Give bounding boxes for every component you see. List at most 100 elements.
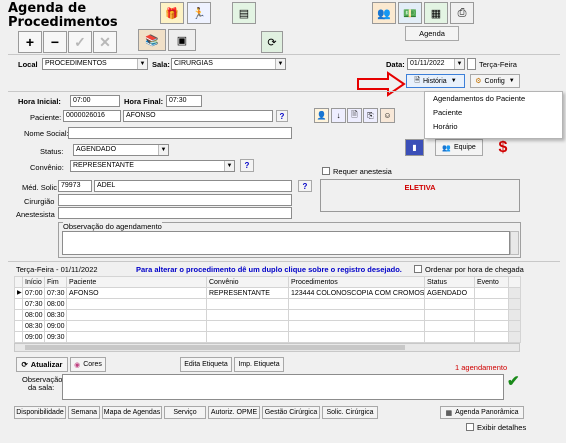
chevron-down-icon: ▼ (508, 78, 515, 84)
table-row[interactable]: 07:30 08:00 (14, 298, 521, 310)
tab-gestao-cirurgica[interactable]: Gestão Cirúrgica (262, 406, 320, 419)
atualizar-button[interactable]: ⟳ Atualizar (16, 357, 68, 372)
document-icon: 🗎 (414, 76, 420, 84)
historia-button[interactable]: 🗎 História ▼ (406, 74, 465, 88)
paciente-nome-input[interactable]: AFONSO (123, 110, 273, 122)
observacao-textarea[interactable] (62, 231, 510, 255)
remove-button[interactable]: − (43, 31, 67, 53)
scrollbar[interactable] (508, 320, 521, 332)
agenda-table[interactable]: Início Fim Paciente Convênio Procediment… (14, 276, 521, 343)
table-cell (66, 320, 207, 332)
tab-solic-cirurgica[interactable]: Solic. Cirúrgica (322, 406, 378, 419)
menu-item-horario[interactable]: Horário (425, 120, 562, 134)
refresh-icon[interactable]: ⟳ (261, 31, 283, 53)
people-icon[interactable]: 👥 (372, 2, 396, 24)
med-codigo-input[interactable]: 79973 (58, 180, 92, 192)
med-help-button[interactable]: ? (298, 180, 312, 192)
hora-final-input[interactable]: 07:30 (166, 95, 202, 107)
table-cell: 09:00 (44, 320, 67, 332)
exibir-detalhes-checkbox[interactable] (466, 423, 474, 431)
agenda-button[interactable]: Agenda (405, 26, 459, 41)
chevron-down-icon: ▼ (275, 59, 285, 69)
table-row[interactable]: ▶ 07:00 07:30 AFONSO REPRESENTANTE 12344… (14, 287, 521, 299)
books-icon[interactable]: 📚 (138, 29, 166, 51)
tab-mapa-de-agendas[interactable]: Mapa de Agendas (102, 406, 162, 419)
column-header[interactable]: Convênio (206, 276, 289, 288)
nome-social-input[interactable] (68, 127, 292, 139)
sala-select[interactable]: CIRURGIAS ▼ (171, 58, 286, 70)
face-icon[interactable]: ☺ (380, 108, 395, 123)
scrollbar[interactable] (508, 309, 521, 321)
table-cell: AFONSO (66, 287, 207, 299)
horizontal-scrollbar[interactable] (14, 343, 520, 352)
date-picker[interactable]: 01/11/2022 ▼ (407, 58, 465, 70)
cancel-button[interactable]: ✕ (93, 31, 117, 53)
tab-semana[interactable]: Semana (68, 406, 100, 419)
chevron-down-icon: ▼ (137, 59, 147, 69)
add-button[interactable]: + (18, 31, 42, 53)
convenio-help-button[interactable]: ? (240, 159, 254, 172)
document-icon[interactable]: ▣ (168, 29, 196, 51)
status-select[interactable]: AGENDADO ▼ (73, 144, 169, 156)
local-select[interactable]: PROCEDIMENTOS ▼ (42, 58, 148, 70)
agenda-panoramica-button[interactable]: ▦ Agenda Panorâmica (440, 406, 524, 419)
date-spinner[interactable] (467, 58, 476, 70)
column-header[interactable]: Procedimentos (288, 276, 425, 288)
paciente-help-button[interactable]: ? (276, 110, 288, 122)
imp-etiqueta-button[interactable]: Imp. Etiqueta (234, 357, 284, 372)
scrollbar[interactable] (508, 276, 521, 288)
table-row[interactable]: 08:30 09:00 (14, 320, 521, 332)
download-icon[interactable]: ↓ (331, 108, 346, 123)
column-header[interactable]: Status (424, 276, 475, 288)
refresh-icon: ⟳ (21, 360, 28, 369)
med-nome-input[interactable]: ADEL (94, 180, 292, 192)
tab-disponibilidade[interactable]: Disponibilidade (14, 406, 66, 419)
obs-sala-textarea[interactable] (62, 374, 504, 400)
menu-item-agendamentos-paciente[interactable]: Agendamentos do Paciente (425, 92, 562, 106)
column-header[interactable]: Evento (474, 276, 509, 288)
money-icon[interactable]: 💵 (398, 2, 422, 24)
equipe-label: Equipe (453, 144, 476, 151)
cirurgiao-input[interactable] (58, 194, 292, 206)
copy-icon[interactable]: ⎘ (363, 108, 378, 123)
gift-icon[interactable]: 🎁 (160, 2, 184, 24)
checkmark-icon[interactable]: ✔ (507, 374, 523, 390)
convenio-select[interactable]: REPRESENTANTE ▼ (70, 160, 235, 172)
column-header[interactable]: Fim (44, 276, 67, 288)
person-icon[interactable]: 👤 (314, 108, 329, 123)
table-cell (474, 287, 509, 299)
scrollbar[interactable] (508, 331, 521, 343)
column-header[interactable]: Início (22, 276, 45, 288)
person-run-icon[interactable]: 🏃 (187, 2, 211, 24)
menu-item-paciente[interactable]: Paciente (425, 106, 562, 120)
scrollbar[interactable] (508, 287, 521, 299)
requer-anestesia-label: Requer anestesia (333, 167, 392, 176)
equipe-button[interactable]: 👥 Equipe (435, 139, 483, 156)
table-row[interactable]: 08:00 08:30 (14, 309, 521, 321)
cores-label: Cores (83, 361, 102, 368)
confirm-button[interactable]: ✓ (68, 31, 92, 53)
paciente-codigo-input[interactable]: 0000026016 (63, 110, 121, 122)
scrollbar-thumb[interactable] (25, 345, 405, 350)
printer-icon[interactable]: ⎙ (450, 2, 474, 24)
anestesista-input[interactable] (58, 207, 292, 219)
scrollbar[interactable] (510, 231, 519, 255)
table-row[interactable]: 09:00 09:30 (14, 331, 521, 343)
table-cell: 07:00 (22, 287, 45, 299)
exit-door-icon[interactable]: ▮ (405, 139, 424, 156)
calendar-icon[interactable]: ▦ (424, 2, 448, 24)
hora-inicial-input[interactable]: 07:00 (70, 95, 120, 107)
cores-button[interactable]: ◉ Cores (70, 357, 106, 372)
edita-etiqueta-button[interactable]: Edita Etiqueta (180, 357, 232, 372)
financeiro-button[interactable]: $ (490, 137, 516, 159)
tab-autoriz-opme[interactable]: Autoriz. OPME (208, 406, 260, 419)
chevron-down-icon: ▼ (158, 145, 168, 155)
scrollbar[interactable] (508, 298, 521, 310)
ordenar-checkbox[interactable] (414, 265, 422, 273)
document-icon[interactable]: 🗎 (347, 108, 362, 123)
requer-anestesia-checkbox[interactable] (322, 167, 330, 175)
tab-servico[interactable]: Serviço (164, 406, 206, 419)
report-icon[interactable]: ▤ (232, 2, 256, 24)
config-button[interactable]: ⚙ Config ▼ (470, 74, 520, 88)
column-header[interactable]: Paciente (66, 276, 207, 288)
